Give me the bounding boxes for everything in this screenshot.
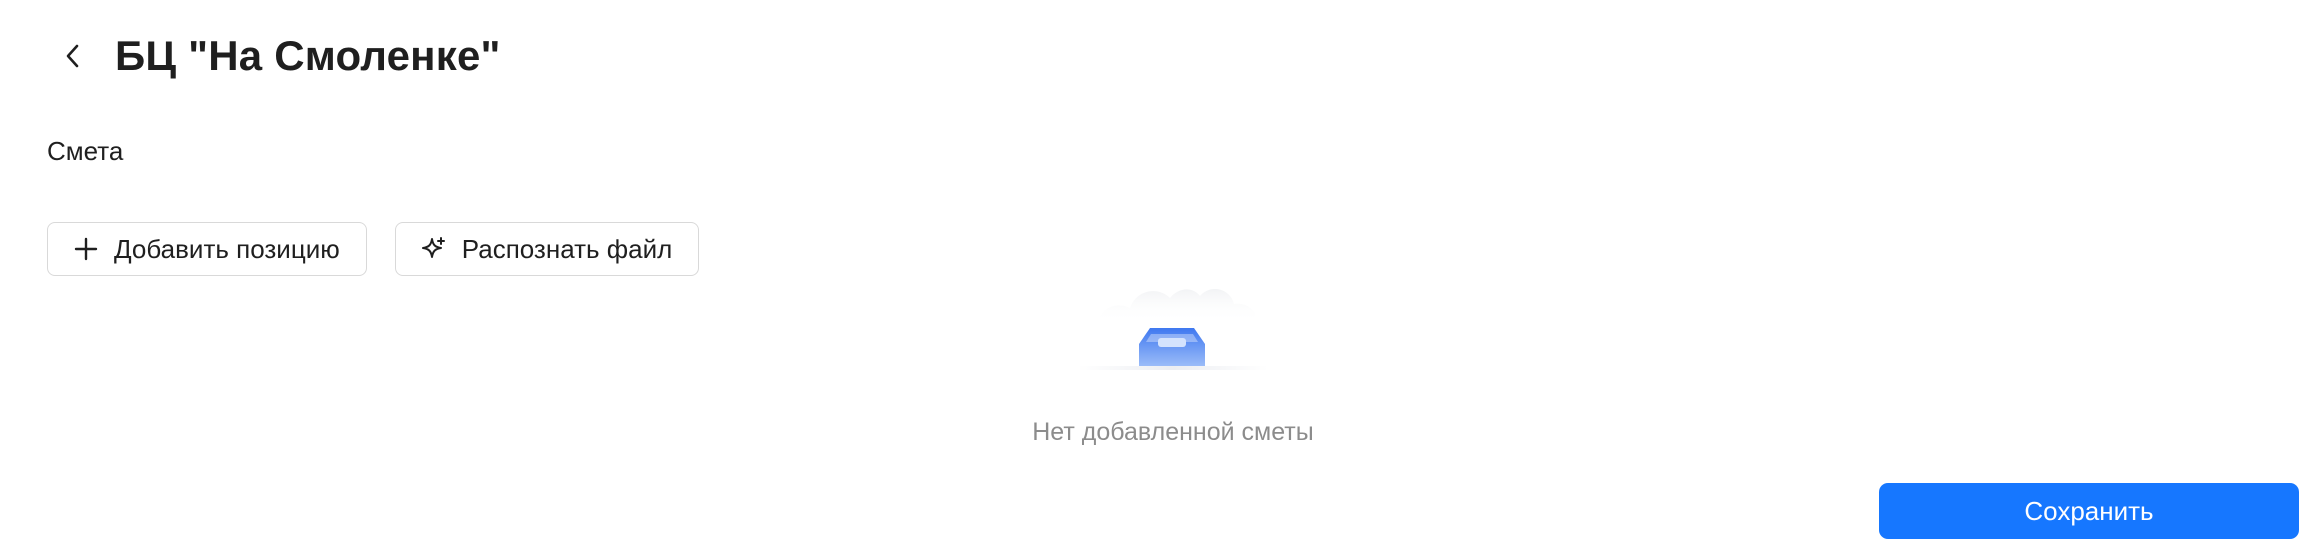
recognize-file-button[interactable]: Распознать файл xyxy=(394,222,700,276)
empty-state: Нет добавленной сметы xyxy=(980,276,1366,447)
section-label: Смета xyxy=(47,136,124,166)
page-title: БЦ "На Смоленке" xyxy=(115,32,501,79)
empty-inbox-icon xyxy=(1078,289,1268,370)
recognize-file-label: Распознать файл xyxy=(461,233,673,264)
back-button[interactable] xyxy=(47,30,99,82)
chevron-left-icon xyxy=(66,44,79,68)
add-position-label: Добавить позицию xyxy=(114,233,340,264)
page: БЦ "На Смоленке" Смета Добавить позицию … xyxy=(0,0,2306,549)
add-position-button[interactable]: Добавить позицию xyxy=(47,222,367,276)
save-button[interactable]: Сохранить xyxy=(1879,483,2299,539)
empty-state-text: Нет добавленной сметы xyxy=(1032,418,1314,446)
page-header: БЦ "На Смоленке" xyxy=(47,24,501,88)
sparkle-icon xyxy=(420,235,448,263)
plus-icon xyxy=(72,235,100,263)
toolbar: Добавить позицию Распознать файл xyxy=(47,222,700,276)
